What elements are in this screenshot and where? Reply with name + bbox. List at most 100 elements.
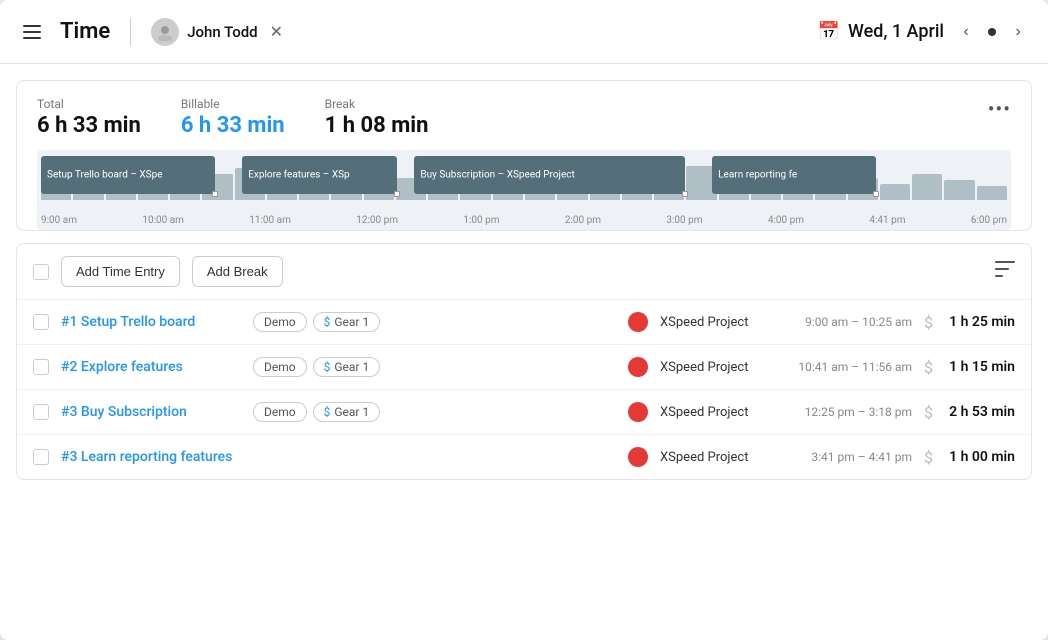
segment-2[interactable]: Explore features – XSp	[242, 156, 397, 194]
tag[interactable]: Demo	[253, 357, 307, 377]
billable-dollar-icon: $	[924, 313, 933, 332]
segment-1-right-handle[interactable]	[212, 191, 218, 197]
segment-3-label: Buy Subscription – XSpeed Project	[420, 170, 574, 181]
entry-task-link[interactable]: #3 Buy Subscription	[61, 404, 187, 420]
time-range: 9:00 am – 10:25 am	[782, 315, 912, 329]
dollar-icon: $	[324, 360, 331, 374]
prev-day-button[interactable]: ‹	[952, 18, 980, 46]
entries-card: Add Time Entry Add Break #1 Setup Trello…	[16, 243, 1032, 480]
segment-4[interactable]: Learn reporting fe	[712, 156, 876, 194]
date-display: Wed, 1 April	[848, 21, 944, 42]
add-break-button[interactable]: Add Break	[192, 256, 283, 287]
gear-tag[interactable]: $ Gear 1	[313, 402, 381, 422]
time-label-1: 9:00 am	[41, 215, 77, 226]
project-color-dot	[628, 312, 648, 332]
entries-list: #1 Setup Trello board Demo $ Gear 1 XSpe…	[17, 300, 1031, 479]
entry-task-link[interactable]: #3 Learn reporting features	[61, 449, 232, 465]
billable-dollar-icon: $	[924, 448, 933, 467]
select-all-checkbox[interactable]	[33, 264, 49, 280]
segment-2-label: Explore features – XSp	[248, 170, 349, 181]
entry-task[interactable]: #3 Buy Subscription	[61, 404, 241, 420]
entry-duration: 2 h 53 min	[945, 404, 1015, 420]
billable-dollar-icon: $	[924, 358, 933, 377]
segment-4-label: Learn reporting fe	[718, 170, 797, 181]
project-color-dot	[628, 402, 648, 422]
time-label-8: 4:00 pm	[768, 215, 804, 226]
entry-checkbox[interactable]	[33, 449, 49, 465]
time-label-6: 2:00 pm	[565, 215, 601, 226]
break-label: Break	[325, 97, 429, 111]
gap	[401, 156, 411, 194]
stats-card: Total 6 h 33 min Billable 6 h 33 min Bre…	[16, 80, 1032, 231]
entry-task[interactable]: #1 Setup Trello board	[61, 314, 241, 330]
gap	[219, 156, 238, 194]
segment-4-right-handle[interactable]	[873, 191, 879, 197]
app-window: Time John Todd ✕ 📅 Wed, 1 April ‹ ›	[0, 0, 1048, 640]
entry-row: #1 Setup Trello board Demo $ Gear 1 XSpe…	[17, 300, 1031, 345]
timeline-times: 9:00 am 10:00 am 11:00 am 12:00 pm 1:00 …	[41, 215, 1007, 226]
time-label-10: 6:00 pm	[971, 215, 1007, 226]
menu-icon[interactable]	[16, 16, 48, 48]
segment-1[interactable]: Setup Trello board – XSpe	[41, 156, 215, 194]
timeline-chart: Setup Trello board – XSpe Explore featur…	[37, 150, 1011, 230]
tag[interactable]: Demo	[253, 402, 307, 422]
gear-tag[interactable]: $ Gear 1	[313, 312, 381, 332]
time-label-7: 3:00 pm	[666, 215, 702, 226]
time-range: 10:41 am – 11:56 am	[782, 360, 912, 374]
sort-icon[interactable]	[995, 261, 1015, 282]
entry-checkbox[interactable]	[33, 404, 49, 420]
total-label: Total	[37, 97, 141, 111]
stat-total: Total 6 h 33 min	[37, 97, 141, 138]
header: Time John Todd ✕ 📅 Wed, 1 April ‹ ›	[0, 0, 1048, 64]
entry-task[interactable]: #3 Learn reporting features	[61, 449, 241, 465]
calendar-icon: 📅	[818, 21, 840, 42]
tag[interactable]: Demo	[253, 312, 307, 332]
user-info: John Todd ✕	[151, 18, 283, 46]
entry-tags: Demo $ Gear 1	[253, 402, 616, 422]
close-icon[interactable]: ✕	[270, 22, 283, 41]
time-range: 3:41 pm – 4:41 pm	[782, 450, 912, 464]
dollar-icon: $	[324, 315, 331, 329]
more-options-button[interactable]: •••	[988, 97, 1011, 121]
total-value: 6 h 33 min	[37, 113, 141, 138]
time-range: 12:25 pm – 3:18 pm	[782, 405, 912, 419]
entry-task[interactable]: #2 Explore features	[61, 359, 241, 375]
entry-checkbox[interactable]	[33, 359, 49, 375]
project-name: XSpeed Project	[660, 405, 770, 420]
entry-row: #3 Buy Subscription Demo $ Gear 1 XSpeed…	[17, 390, 1031, 435]
billable-value: 6 h 33 min	[181, 113, 285, 138]
user-name: John Todd	[187, 23, 257, 41]
add-time-entry-button[interactable]: Add Time Entry	[61, 256, 180, 287]
billable-label: Billable	[181, 97, 285, 111]
project-color-dot	[628, 357, 648, 377]
segment-2-right-handle[interactable]	[394, 191, 400, 197]
segment-1-label: Setup Trello board – XSpe	[47, 170, 163, 181]
segment-3[interactable]: Buy Subscription – XSpeed Project	[414, 156, 684, 194]
entry-duration: 1 h 00 min	[945, 449, 1015, 465]
stat-break: Break 1 h 08 min	[325, 97, 429, 138]
main-content: Total 6 h 33 min Billable 6 h 33 min Bre…	[0, 64, 1048, 640]
dollar-icon: $	[324, 405, 331, 419]
entry-tags: Demo $ Gear 1	[253, 312, 616, 332]
segments-container: Setup Trello board – XSpe Explore featur…	[41, 156, 1007, 194]
next-day-button[interactable]: ›	[1004, 18, 1032, 46]
stat-billable: Billable 6 h 33 min	[181, 97, 285, 138]
project-name: XSpeed Project	[660, 315, 770, 330]
header-right: 📅 Wed, 1 April ‹ ›	[818, 18, 1032, 46]
time-label-9: 4:41 pm	[869, 215, 905, 226]
stats-row: Total 6 h 33 min Billable 6 h 33 min Bre…	[37, 97, 1011, 138]
entries-toolbar: Add Time Entry Add Break	[17, 244, 1031, 300]
entry-task-link[interactable]: #1 Setup Trello board	[61, 314, 195, 330]
billable-dollar-icon: $	[924, 403, 933, 422]
segment-3-right-handle[interactable]	[682, 191, 688, 197]
entry-duration: 1 h 15 min	[945, 359, 1015, 375]
entry-checkbox[interactable]	[33, 314, 49, 330]
entry-task-link[interactable]: #2 Explore features	[61, 359, 183, 375]
user-avatar	[151, 18, 179, 46]
break-value: 1 h 08 min	[325, 113, 429, 138]
entry-row: #2 Explore features Demo $ Gear 1 XSpeed…	[17, 345, 1031, 390]
gear-tag[interactable]: $ Gear 1	[313, 357, 381, 377]
project-name: XSpeed Project	[660, 360, 770, 375]
entry-row: #3 Learn reporting features XSpeed Proje…	[17, 435, 1031, 479]
time-label-4: 12:00 pm	[356, 215, 398, 226]
